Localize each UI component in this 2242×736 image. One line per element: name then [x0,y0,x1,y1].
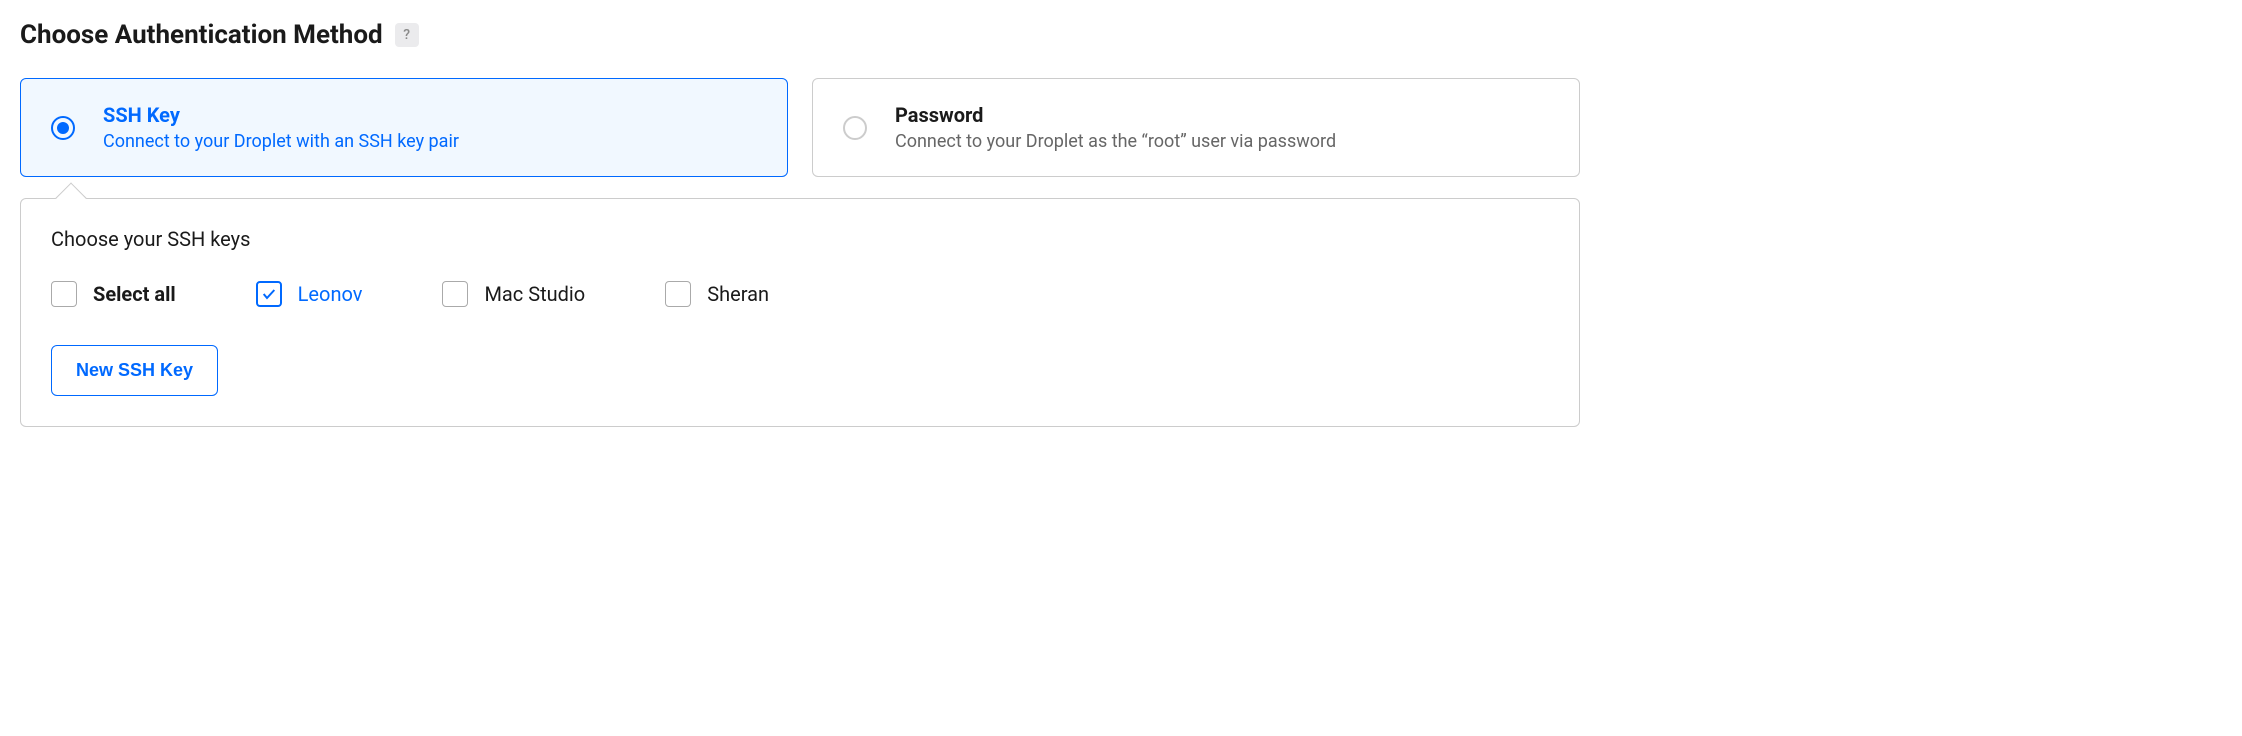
ssh-keys-row: Select all Leonov Mac Studio [51,281,1549,307]
checkbox-leonov[interactable] [256,281,282,307]
ssh-key-label: Sheran [707,282,769,306]
radio-dot-icon [57,122,69,134]
ssh-keys-panel: Choose your SSH keys Select all Leonov [20,198,1580,427]
help-icon[interactable]: ? [395,23,419,47]
section-header: Choose Authentication Method ? [20,20,1580,50]
auth-card-password-title: Password [895,103,1336,127]
select-all-label: Select all [93,282,176,306]
auth-card-password-desc: Connect to your Droplet as the “root” us… [895,131,1336,152]
checkbox-sheran[interactable] [665,281,691,307]
ssh-key-item-leonov[interactable]: Leonov [256,281,363,307]
checkbox-mac-studio[interactable] [442,281,468,307]
new-ssh-key-button[interactable]: New SSH Key [51,345,218,396]
auth-method-options: SSH Key Connect to your Droplet with an … [20,78,1580,177]
select-all-item[interactable]: Select all [51,281,176,307]
radio-password[interactable] [843,116,867,140]
auth-card-ssh-content: SSH Key Connect to your Droplet with an … [103,103,459,152]
auth-card-ssh-desc: Connect to your Droplet with an SSH key … [103,131,459,152]
auth-card-ssh-key[interactable]: SSH Key Connect to your Droplet with an … [20,78,788,177]
checkbox-select-all[interactable] [51,281,77,307]
auth-card-ssh-title: SSH Key [103,103,459,127]
section-title: Choose Authentication Method [20,20,383,50]
ssh-keys-panel-title: Choose your SSH keys [51,227,1549,251]
ssh-key-item-sheran[interactable]: Sheran [665,281,769,307]
check-icon [261,286,277,302]
ssh-key-label: Mac Studio [484,282,585,306]
auth-card-password[interactable]: Password Connect to your Droplet as the … [812,78,1580,177]
auth-card-password-content: Password Connect to your Droplet as the … [895,103,1336,152]
radio-ssh-key[interactable] [51,116,75,140]
ssh-key-item-mac-studio[interactable]: Mac Studio [442,281,585,307]
ssh-key-label: Leonov [298,282,363,306]
ssh-keys-panel-wrapper: Choose your SSH keys Select all Leonov [20,198,1580,427]
